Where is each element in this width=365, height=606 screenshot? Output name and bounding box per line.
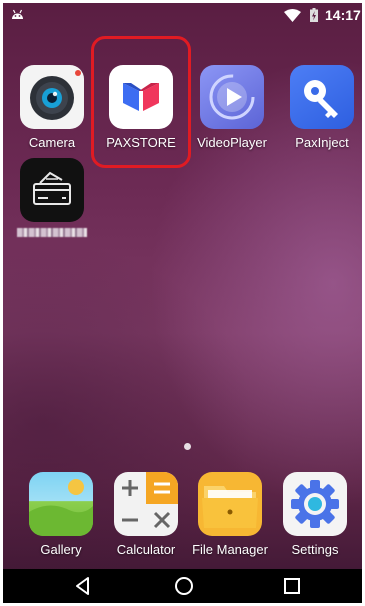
home-icon[interactable] [173,575,195,597]
dock-file-manager[interactable]: File Manager [188,472,272,557]
app-camera[interactable]: Camera [10,65,94,150]
play-icon [200,65,264,129]
key-icon [290,65,354,129]
app-label: Gallery [40,542,82,557]
status-bar: 14:17 [3,3,362,27]
app-label: Camera [28,135,76,150]
app-label: Settings [291,542,339,557]
dock-calculator[interactable]: Calculator [104,472,188,557]
back-icon[interactable] [72,575,94,597]
calculator-icon [114,472,178,536]
dock-settings[interactable]: Settings [273,472,357,557]
dock-gallery[interactable]: Gallery [19,472,103,557]
gear-icon [283,472,347,536]
app-paxinject[interactable]: PaxInject [280,65,362,150]
folder-icon [198,472,262,536]
camera-icon [20,65,84,129]
paxstore-logo-icon [109,65,173,129]
app-label: File Manager [192,542,268,557]
app-label-obscured [17,228,87,237]
app-videoplayer[interactable]: VideoPlayer [190,65,274,150]
page-indicator [184,443,191,450]
app-label: PaxInject [295,135,349,150]
app-paxstore[interactable]: PAXSTORE [99,65,183,150]
recents-icon[interactable] [281,575,303,597]
android-icon [12,9,23,19]
app-label: VideoPlayer [197,135,267,150]
card-payment-icon [20,158,84,222]
app-card-payment[interactable] [10,158,94,237]
clock: 14:17 [325,7,361,23]
wifi-icon [284,9,301,22]
home-screen: 14:17 Camera PAXSTORE VideoPlayer PaxInj… [3,3,362,603]
gallery-icon [29,472,93,536]
app-label: Calculator [116,542,176,557]
navigation-bar [3,569,362,603]
battery-charging-icon [310,8,318,22]
app-label: PAXSTORE [106,135,176,150]
